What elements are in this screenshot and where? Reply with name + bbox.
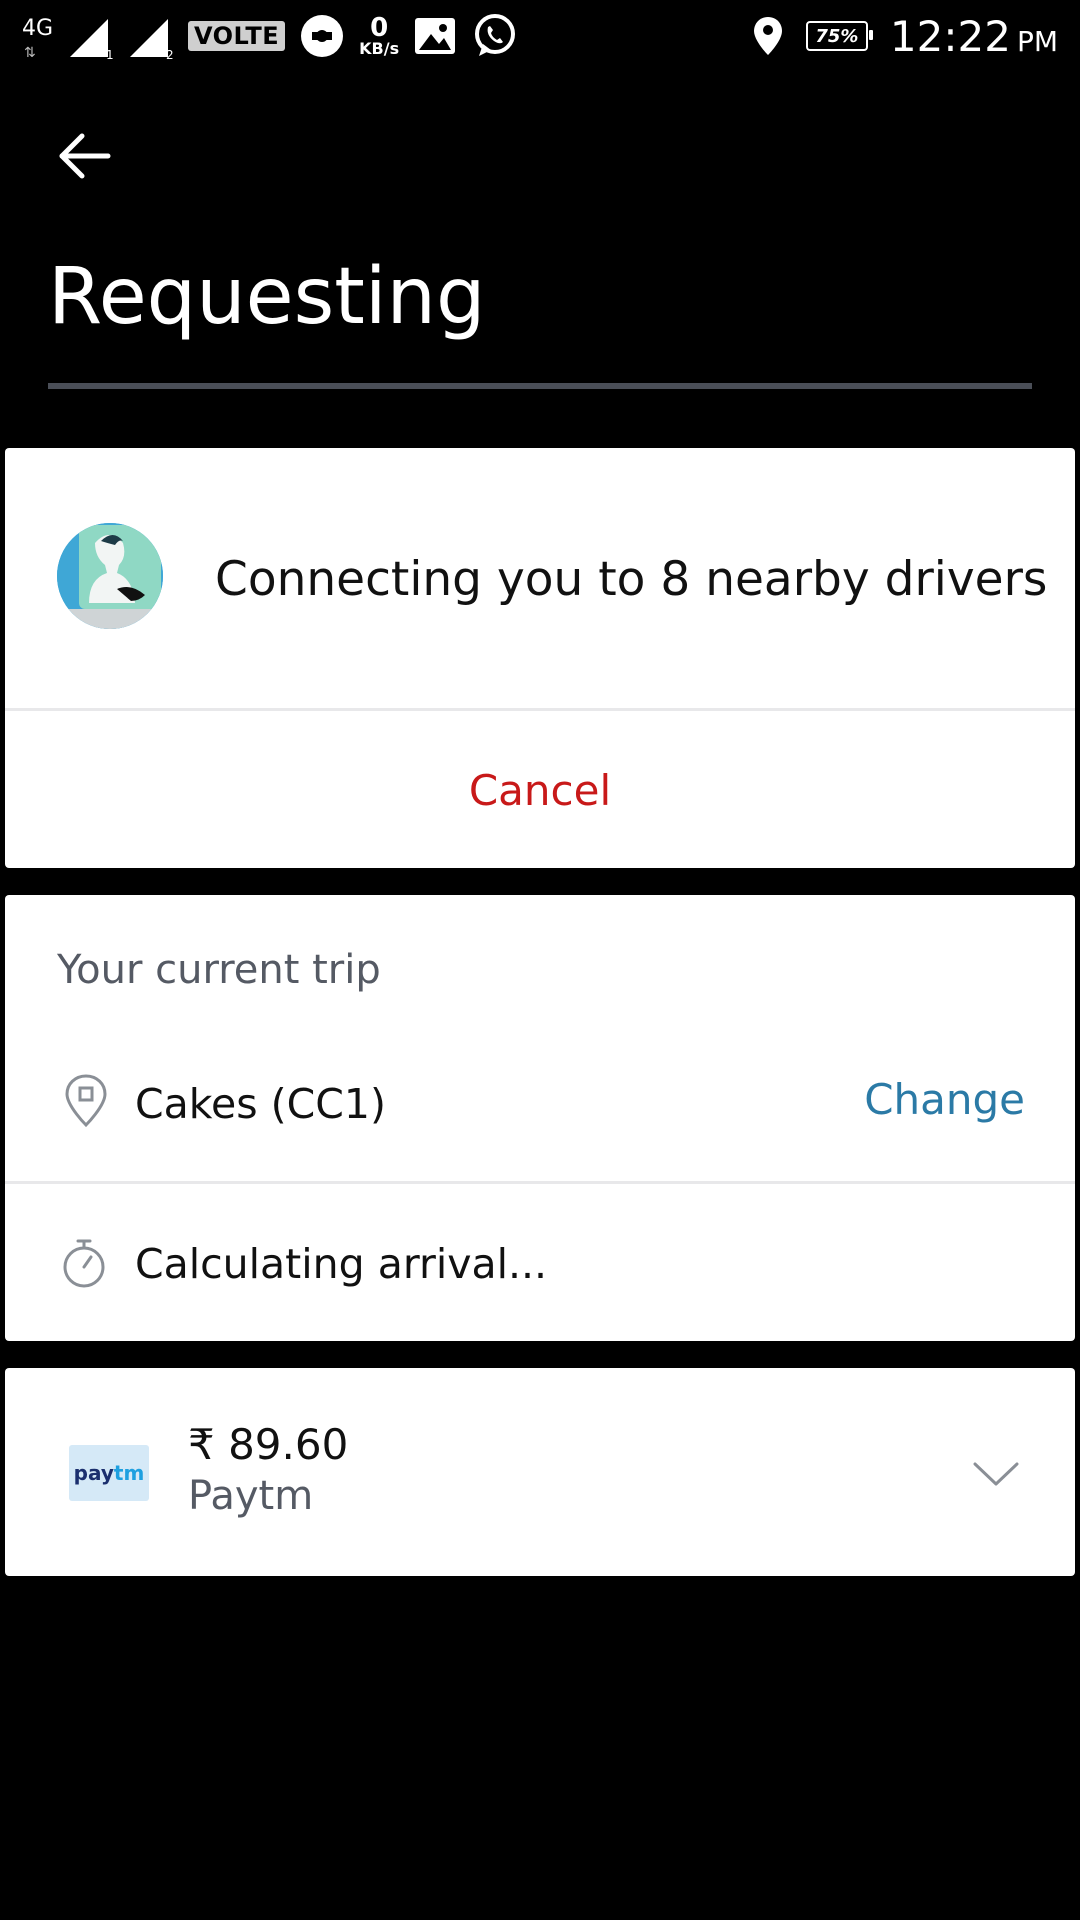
battery-indicator: 75%: [805, 21, 873, 51]
connecting-message: Connecting you to 8 nearby drivers: [215, 552, 1048, 607]
volte-badge: VOLTE: [188, 21, 286, 51]
page-title: Requesting: [48, 252, 486, 342]
change-destination-link[interactable]: Change: [864, 1075, 1025, 1124]
cancel-button[interactable]: Cancel: [5, 713, 1075, 868]
gallery-icon: [415, 18, 456, 54]
status-bar: 4G ⇅ 1 2 VOLTE 0 KB/s 75% 12:22 PM: [0, 0, 1080, 72]
destination-pin-icon: [65, 1074, 107, 1128]
whatsapp-icon: [475, 14, 516, 56]
clock: 12:22 PM: [890, 12, 1058, 61]
arrival-status: Calculating arrival...: [135, 1240, 548, 1288]
card-divider: [5, 1181, 1075, 1184]
section-label-current-trip: Your current trip: [57, 947, 381, 993]
paytm-logo-pay: pay: [73, 1461, 114, 1485]
speed-value: 0: [370, 13, 389, 43]
signal-sim2-icon: 2: [130, 19, 174, 59]
sim1-label: 1: [106, 48, 114, 59]
uber-app-icon: [301, 15, 344, 57]
title-progress-line: [48, 383, 1032, 389]
chevron-down-icon[interactable]: [971, 1448, 1021, 1498]
current-trip-card: Your current trip Cakes (CC1) Change Cal…: [5, 895, 1075, 1341]
destination-name: Cakes (CC1): [135, 1080, 386, 1128]
clock-time: 12:22: [889, 11, 1011, 61]
back-arrow-icon[interactable]: [56, 128, 112, 184]
signal-sim1-icon: 1: [70, 19, 114, 59]
network-type-label: 4G: [22, 16, 54, 41]
card-divider: [5, 708, 1075, 711]
network-type-indicator: 4G ⇅: [22, 14, 54, 62]
clock-ampm: PM: [1016, 24, 1058, 58]
driver-illustration-icon: [57, 523, 163, 629]
fare-price: ₹ 89.60: [188, 1420, 349, 1469]
network-speed: 0 KB/s: [359, 15, 399, 57]
data-activity-icon: ⇅: [24, 45, 36, 61]
status-bar-left: 4G ⇅ 1 2 VOLTE 0 KB/s: [22, 0, 519, 72]
stopwatch-icon: [63, 1239, 105, 1288]
sim2-label: 2: [166, 48, 174, 59]
request-status-card: Connecting you to 8 nearby drivers Cance…: [5, 448, 1075, 868]
paytm-logo-icon: pay tm: [69, 1445, 149, 1501]
payment-method-name: Paytm: [188, 1473, 314, 1519]
payment-card[interactable]: pay tm ₹ 89.60 Paytm: [5, 1368, 1075, 1576]
status-bar-right: 75% 12:22 PM: [752, 0, 1058, 72]
speed-unit: KB/s: [359, 39, 400, 58]
location-icon: [753, 17, 782, 55]
paytm-logo-tm: tm: [113, 1461, 145, 1485]
